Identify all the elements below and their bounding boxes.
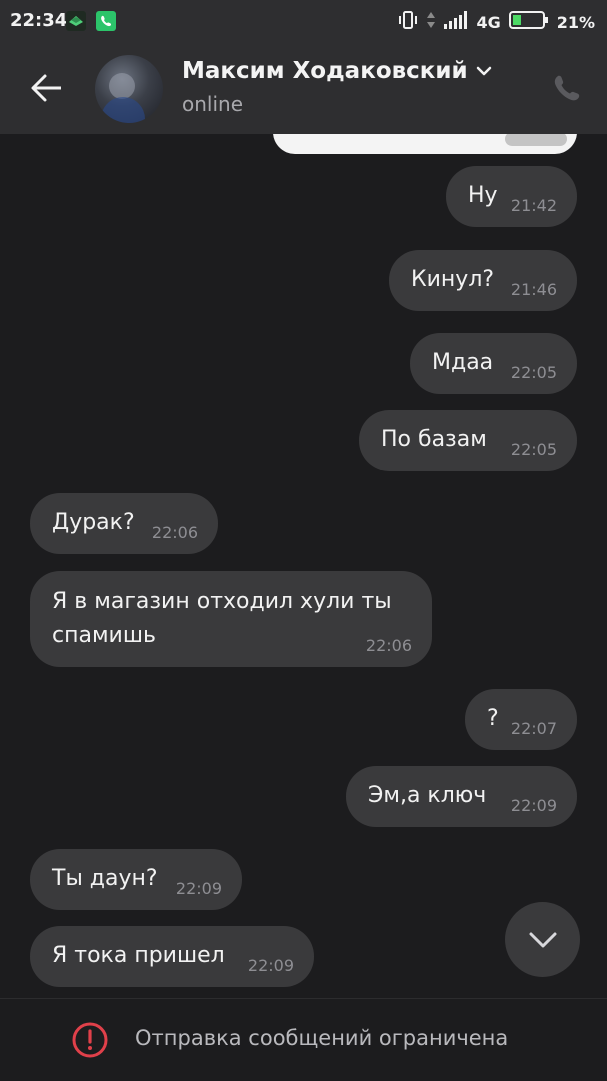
- network-type: 4G: [476, 12, 501, 32]
- alert-circle-icon: [72, 1022, 108, 1058]
- restricted-composer-bar: Отправка сообщений ограничена: [0, 998, 607, 1081]
- signal-icon: [444, 11, 468, 33]
- app-icon: [66, 11, 86, 31]
- message-time: 21:42: [510, 196, 557, 215]
- data-arrows-icon: [426, 10, 436, 34]
- chevron-down-icon: [476, 66, 491, 76]
- message-list[interactable]: Ну 21:42 Кинул? 21:46 Мдаа 22:05 По база…: [0, 134, 607, 998]
- message-text: ?: [487, 706, 499, 731]
- chevron-down-icon: [529, 932, 556, 947]
- battery-icon: [508, 11, 549, 33]
- message-time: 22:06: [151, 523, 198, 542]
- avatar[interactable]: [95, 55, 163, 123]
- message-bubble-outgoing[interactable]: Ну 21:42: [446, 166, 577, 227]
- message-text-line-2: спамишь: [52, 623, 156, 648]
- whatsapp-icon: [96, 11, 116, 31]
- status-bar: 22:34 4G 21%: [0, 0, 607, 44]
- message-time: 22:07: [510, 719, 557, 738]
- message-time: 21:46: [510, 280, 557, 299]
- status-time: 22:34: [10, 10, 68, 31]
- message-bubble-outgoing[interactable]: ? 22:07: [465, 689, 577, 750]
- partially-hidden-message: [273, 134, 577, 154]
- message-text: Кинул?: [411, 267, 495, 292]
- contact-name-button[interactable]: Максим Ходаковский: [182, 58, 492, 84]
- message-bubble-outgoing[interactable]: Кинул? 21:46: [389, 250, 577, 311]
- message-time: 22:05: [510, 363, 557, 382]
- message-bubble-incoming[interactable]: Ты даун? 22:09: [30, 849, 242, 910]
- message-text: Эм,а ключ: [368, 783, 487, 808]
- message-text: Ну: [468, 183, 498, 208]
- contact-status: online: [182, 92, 244, 116]
- contact-name: Максим Ходаковский: [182, 58, 468, 84]
- call-button[interactable]: [549, 72, 583, 106]
- message-text: Ты даун?: [52, 866, 158, 891]
- battery-percent: 21%: [556, 12, 595, 32]
- chat-header: Максим Ходаковский online: [0, 44, 607, 134]
- message-text: По базам: [381, 427, 487, 452]
- message-time: 22:09: [247, 956, 294, 975]
- message-bubble-incoming[interactable]: Я в магазин отходил хули ты спамишь 22:0…: [30, 571, 432, 667]
- message-text: Я тока пришел: [52, 943, 225, 968]
- message-bubble-incoming[interactable]: Я тока пришел 22:09: [30, 926, 314, 987]
- message-bubble-outgoing[interactable]: Мдаа 22:05: [410, 333, 577, 394]
- message-text: Мдаа: [432, 350, 494, 375]
- back-arrow-icon: [31, 74, 61, 102]
- status-indicators: 4G 21%: [398, 10, 595, 34]
- message-bubble-outgoing[interactable]: Эм,а ключ 22:09: [346, 766, 577, 827]
- message-bubble-outgoing[interactable]: По базам 22:05: [359, 410, 577, 471]
- scroll-to-bottom-button[interactable]: [505, 902, 580, 977]
- message-time: 22:05: [510, 440, 557, 459]
- message-text: Дурак?: [52, 510, 135, 535]
- back-button[interactable]: [26, 68, 66, 108]
- phone-icon: [554, 75, 580, 101]
- restriction-message: Отправка сообщений ограничена: [135, 1026, 509, 1050]
- vibrate-icon: [398, 10, 418, 34]
- message-time: 22:09: [510, 796, 557, 815]
- message-time: 22:06: [365, 636, 412, 655]
- message-time: 22:09: [175, 879, 222, 898]
- message-text-line-1: Я в магазин отходил хули ты: [52, 589, 392, 614]
- message-bubble-incoming[interactable]: Дурак? 22:06: [30, 493, 218, 554]
